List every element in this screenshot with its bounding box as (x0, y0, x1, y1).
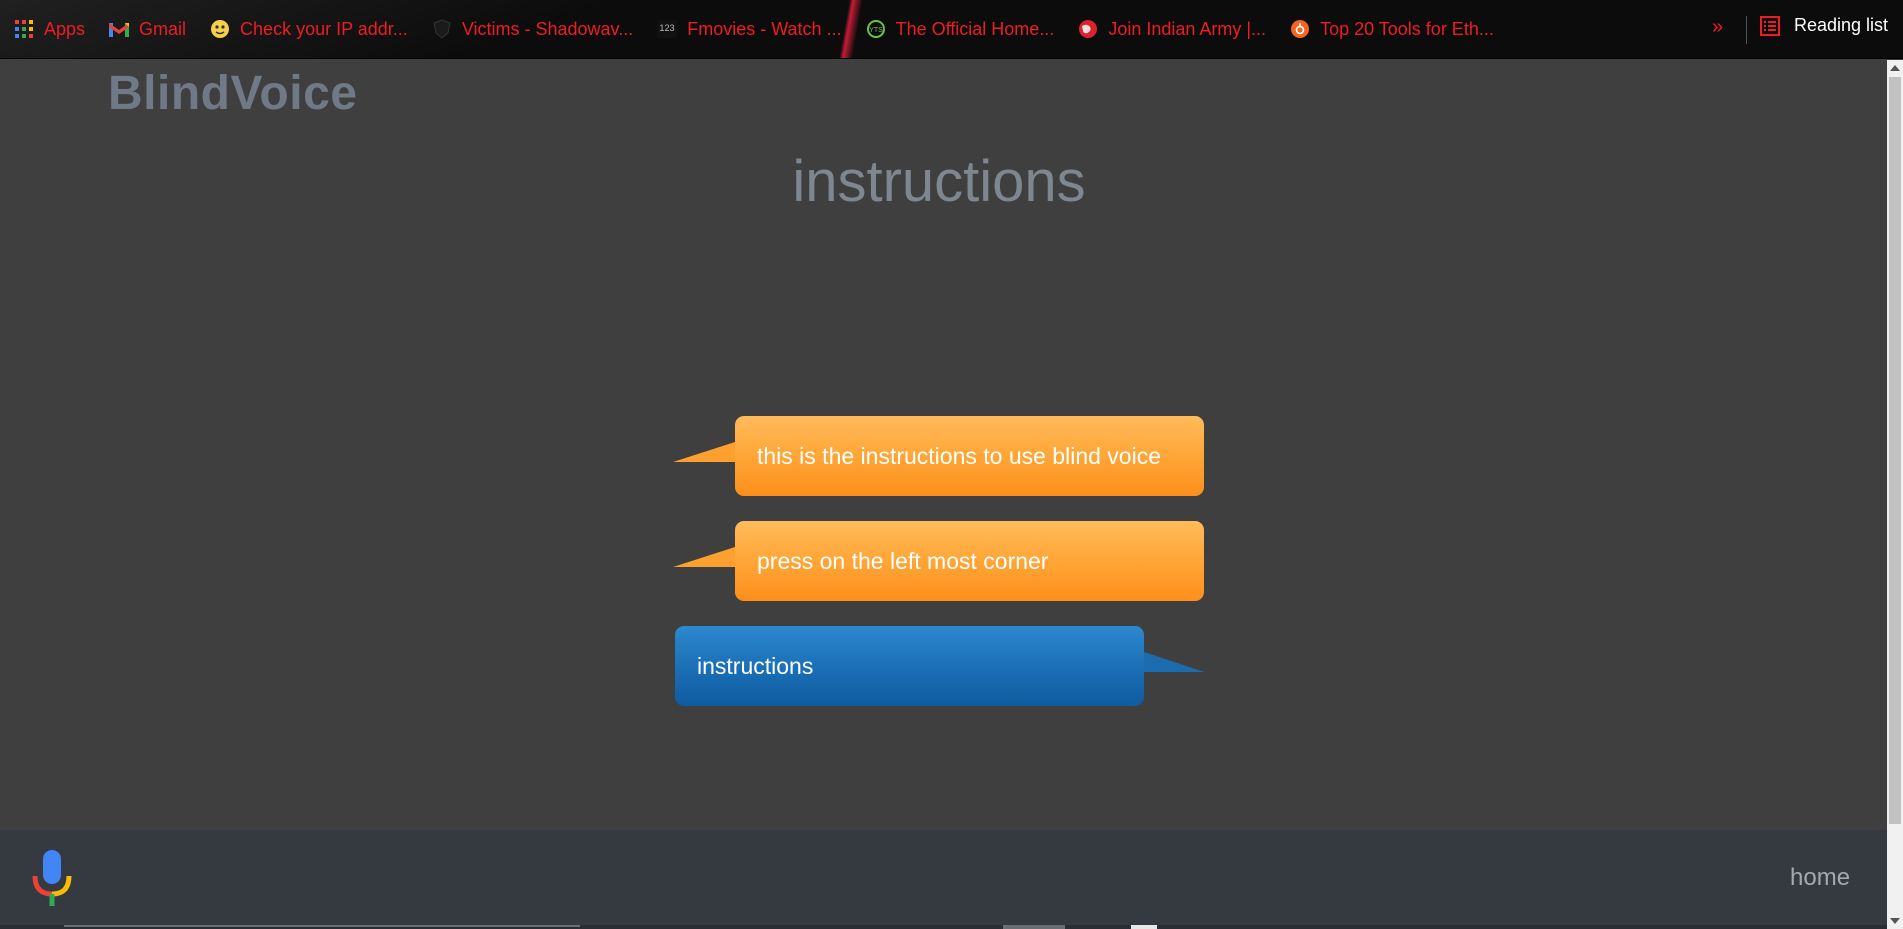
bubble-tail-left (673, 442, 735, 462)
chat-bubble-bot: press on the left most corner (735, 521, 1204, 601)
bookmark-fmovies[interactable]: 123 Fmovies - Watch ... (657, 14, 851, 44)
brand-logo[interactable]: BlindVoice (108, 66, 357, 121)
bookmark-yts[interactable]: YTS The Official Home... (866, 14, 1065, 44)
reading-list-label: Reading list (1794, 15, 1889, 35)
chat-bubble-bot: this is the instructions to use blind vo… (735, 416, 1204, 496)
bookmarks-divider (1746, 16, 1747, 44)
yts-icon: YTS (866, 19, 886, 39)
bookmark-shadowave[interactable]: Victims - Shadowav... (432, 14, 643, 44)
microphone-icon (32, 850, 72, 906)
fmovies-123-icon: 123 (657, 19, 678, 39)
bookmark-label: Apps (44, 18, 86, 39)
bookmark-indian-army[interactable]: Join Indian Army |... (1078, 14, 1276, 44)
chat-bubble-text: instructions (697, 652, 814, 679)
gmail-icon (109, 19, 130, 39)
bookmarks-list: Apps Gmail Check your IP addr... Victims… (0, 0, 1518, 58)
apps-grid-icon (14, 19, 34, 39)
page-title: instructions (792, 149, 1086, 214)
bookmark-tools[interactable]: Top 20 Tools for Eth... (1290, 14, 1504, 44)
page-content: BlindVoice instructions this is the inst… (0, 60, 1887, 929)
bookmark-gmail[interactable]: Gmail (109, 14, 196, 44)
more-bookmarks-button[interactable]: » (1712, 16, 1723, 39)
vertical-scrollbar[interactable] (1887, 60, 1903, 929)
bookmark-label: Join Indian Army |... (1108, 18, 1267, 39)
bubble-tail-right (1144, 652, 1204, 672)
shield-site-icon (432, 19, 452, 39)
reading-list-icon (1760, 15, 1780, 36)
scrollbar-thumb[interactable] (1889, 77, 1901, 824)
bookmark-ip-check[interactable]: Check your IP addr... (210, 14, 418, 44)
bookmark-label: Top 20 Tools for Eth... (1320, 18, 1494, 39)
chat-bubble-user: instructions (675, 626, 1144, 706)
bubble-tail-left (673, 547, 735, 567)
bookmarks-bar: Apps Gmail Check your IP addr... Victims… (0, 0, 1903, 59)
bookmark-label: Check your IP addr... (240, 18, 408, 39)
chevron-down-icon (1890, 918, 1900, 924)
footer-strip (0, 925, 1887, 929)
bookmark-label: Fmovies - Watch ... (687, 18, 842, 39)
reading-list-button[interactable]: Reading list (1760, 15, 1888, 36)
footer-bar: home (0, 830, 1887, 929)
ip-check-icon (210, 19, 230, 39)
chat-bubble-text: press on the left most corner (757, 547, 1049, 574)
bookmark-label: The Official Home... (895, 18, 1055, 39)
scroll-up-button[interactable] (1887, 60, 1903, 76)
scroll-down-button[interactable] (1887, 913, 1903, 929)
bookmark-label: Gmail (139, 18, 187, 39)
svg-text:YTS: YTS (869, 27, 883, 34)
home-link[interactable]: home (1790, 864, 1850, 892)
chevron-up-icon (1890, 65, 1900, 71)
globe-icon (1078, 19, 1098, 39)
tools-site-icon (1290, 19, 1310, 39)
bookmark-apps[interactable]: Apps (14, 14, 95, 44)
microphone-button[interactable] (30, 848, 74, 915)
svg-text:123: 123 (660, 23, 675, 33)
bookmark-label: Victims - Shadowav... (461, 18, 634, 39)
chat-bubble-text: this is the instructions to use blind vo… (757, 442, 1161, 469)
